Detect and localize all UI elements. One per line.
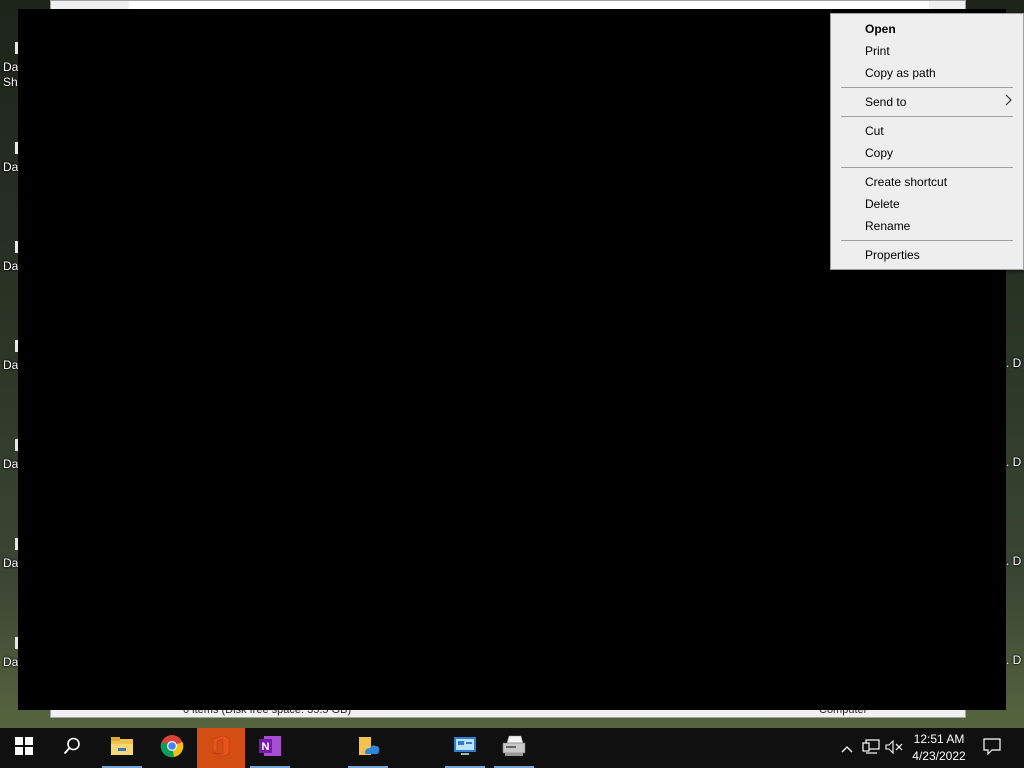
menu-item-copy-as-path[interactable]: Copy as path	[831, 62, 1023, 84]
clock-date: 4/23/2022	[912, 749, 966, 763]
file-explorer-icon	[110, 736, 134, 761]
desktop-icon-label: Da	[3, 160, 19, 174]
menu-item-rename[interactable]: Rename	[831, 215, 1023, 237]
taskbar-app-office[interactable]	[197, 728, 245, 768]
desktop-icon[interactable]: . D	[1006, 653, 1021, 668]
control-panel-icon	[453, 736, 477, 761]
desktop-icon-label: . D	[1006, 653, 1022, 667]
desktop-icon[interactable]: Da	[3, 538, 19, 571]
desktop-icon[interactable]: . D	[1006, 554, 1021, 569]
desktop-icon[interactable]: Da	[3, 241, 19, 274]
clock-time: 12:51 AM	[913, 732, 965, 746]
menu-separator	[841, 167, 1013, 168]
chevron-right-icon	[1005, 91, 1013, 113]
taskbar-app-onedrive-folder[interactable]	[344, 728, 392, 768]
onenote-icon: N	[258, 735, 282, 762]
network-button[interactable]	[860, 728, 882, 768]
chrome-icon	[160, 734, 184, 763]
desktop-icon-label: Da	[3, 259, 19, 273]
desktop-icon-label: Da	[3, 655, 19, 669]
show-hidden-icons-button[interactable]	[836, 728, 858, 768]
menu-item-delete[interactable]: Delete	[831, 193, 1023, 215]
office-icon	[210, 735, 232, 762]
desktop-icon[interactable]: Da Sh	[3, 42, 19, 90]
action-center-button[interactable]	[980, 728, 1004, 768]
taskbar-app-file-explorer[interactable]	[98, 728, 146, 768]
menu-item-send-to[interactable]: Send to	[831, 91, 1023, 113]
chevron-up-icon	[841, 740, 853, 756]
volume-button[interactable]	[883, 728, 905, 768]
menu-separator	[841, 116, 1013, 117]
desktop-icon-label: Da	[3, 556, 19, 570]
taskbar: N 12:51 AM 4/23/2022	[0, 728, 1024, 768]
desktop-icon-label: Da Sh	[3, 60, 19, 89]
desktop-icon-label: . D	[1006, 356, 1022, 370]
desktop-icon[interactable]: . D	[1006, 455, 1021, 470]
taskbar-app-control-panel[interactable]	[441, 728, 489, 768]
desktop-icon[interactable]: Da	[3, 142, 19, 175]
search-button[interactable]	[48, 728, 96, 768]
svg-text:N: N	[262, 741, 270, 753]
notification-icon	[983, 738, 1001, 758]
start-button[interactable]	[0, 728, 48, 768]
menu-item-print[interactable]: Print	[831, 40, 1023, 62]
context-menu: Open Print Copy as path Send to Cut Copy…	[830, 13, 1024, 270]
start-icon	[15, 736, 33, 760]
menu-item-properties[interactable]: Properties	[831, 244, 1023, 266]
desktop-icon[interactable]: Da	[3, 637, 19, 670]
network-icon	[862, 738, 880, 758]
desktop-icon-label: . D	[1006, 554, 1022, 568]
volume-muted-icon	[885, 739, 903, 757]
menu-item-cut[interactable]: Cut	[831, 120, 1023, 142]
taskbar-app-fax-scan[interactable]	[490, 728, 538, 768]
menu-item-label: Send to	[865, 95, 907, 109]
taskbar-clock[interactable]: 12:51 AM 4/23/2022	[904, 731, 974, 765]
fax-scan-icon	[501, 735, 527, 762]
desktop-icon-label: Da	[3, 457, 19, 471]
menu-item-create-shortcut[interactable]: Create shortcut	[831, 171, 1023, 193]
search-icon	[63, 737, 81, 760]
taskbar-app-chrome[interactable]	[148, 728, 196, 768]
menu-item-copy[interactable]: Copy	[831, 142, 1023, 164]
desktop-icon[interactable]: Da	[3, 340, 19, 373]
desktop-icon[interactable]: . D	[1006, 356, 1021, 371]
menu-separator	[841, 240, 1013, 241]
menu-item-open[interactable]: Open	[831, 18, 1023, 40]
menu-separator	[841, 87, 1013, 88]
desktop-icon-label: . D	[1006, 455, 1022, 469]
desktop-icon-label: Da	[3, 358, 19, 372]
taskbar-app-onenote[interactable]: N	[246, 728, 294, 768]
desktop-icon[interactable]: Da	[3, 439, 19, 472]
onedrive-folder-icon	[356, 735, 380, 762]
